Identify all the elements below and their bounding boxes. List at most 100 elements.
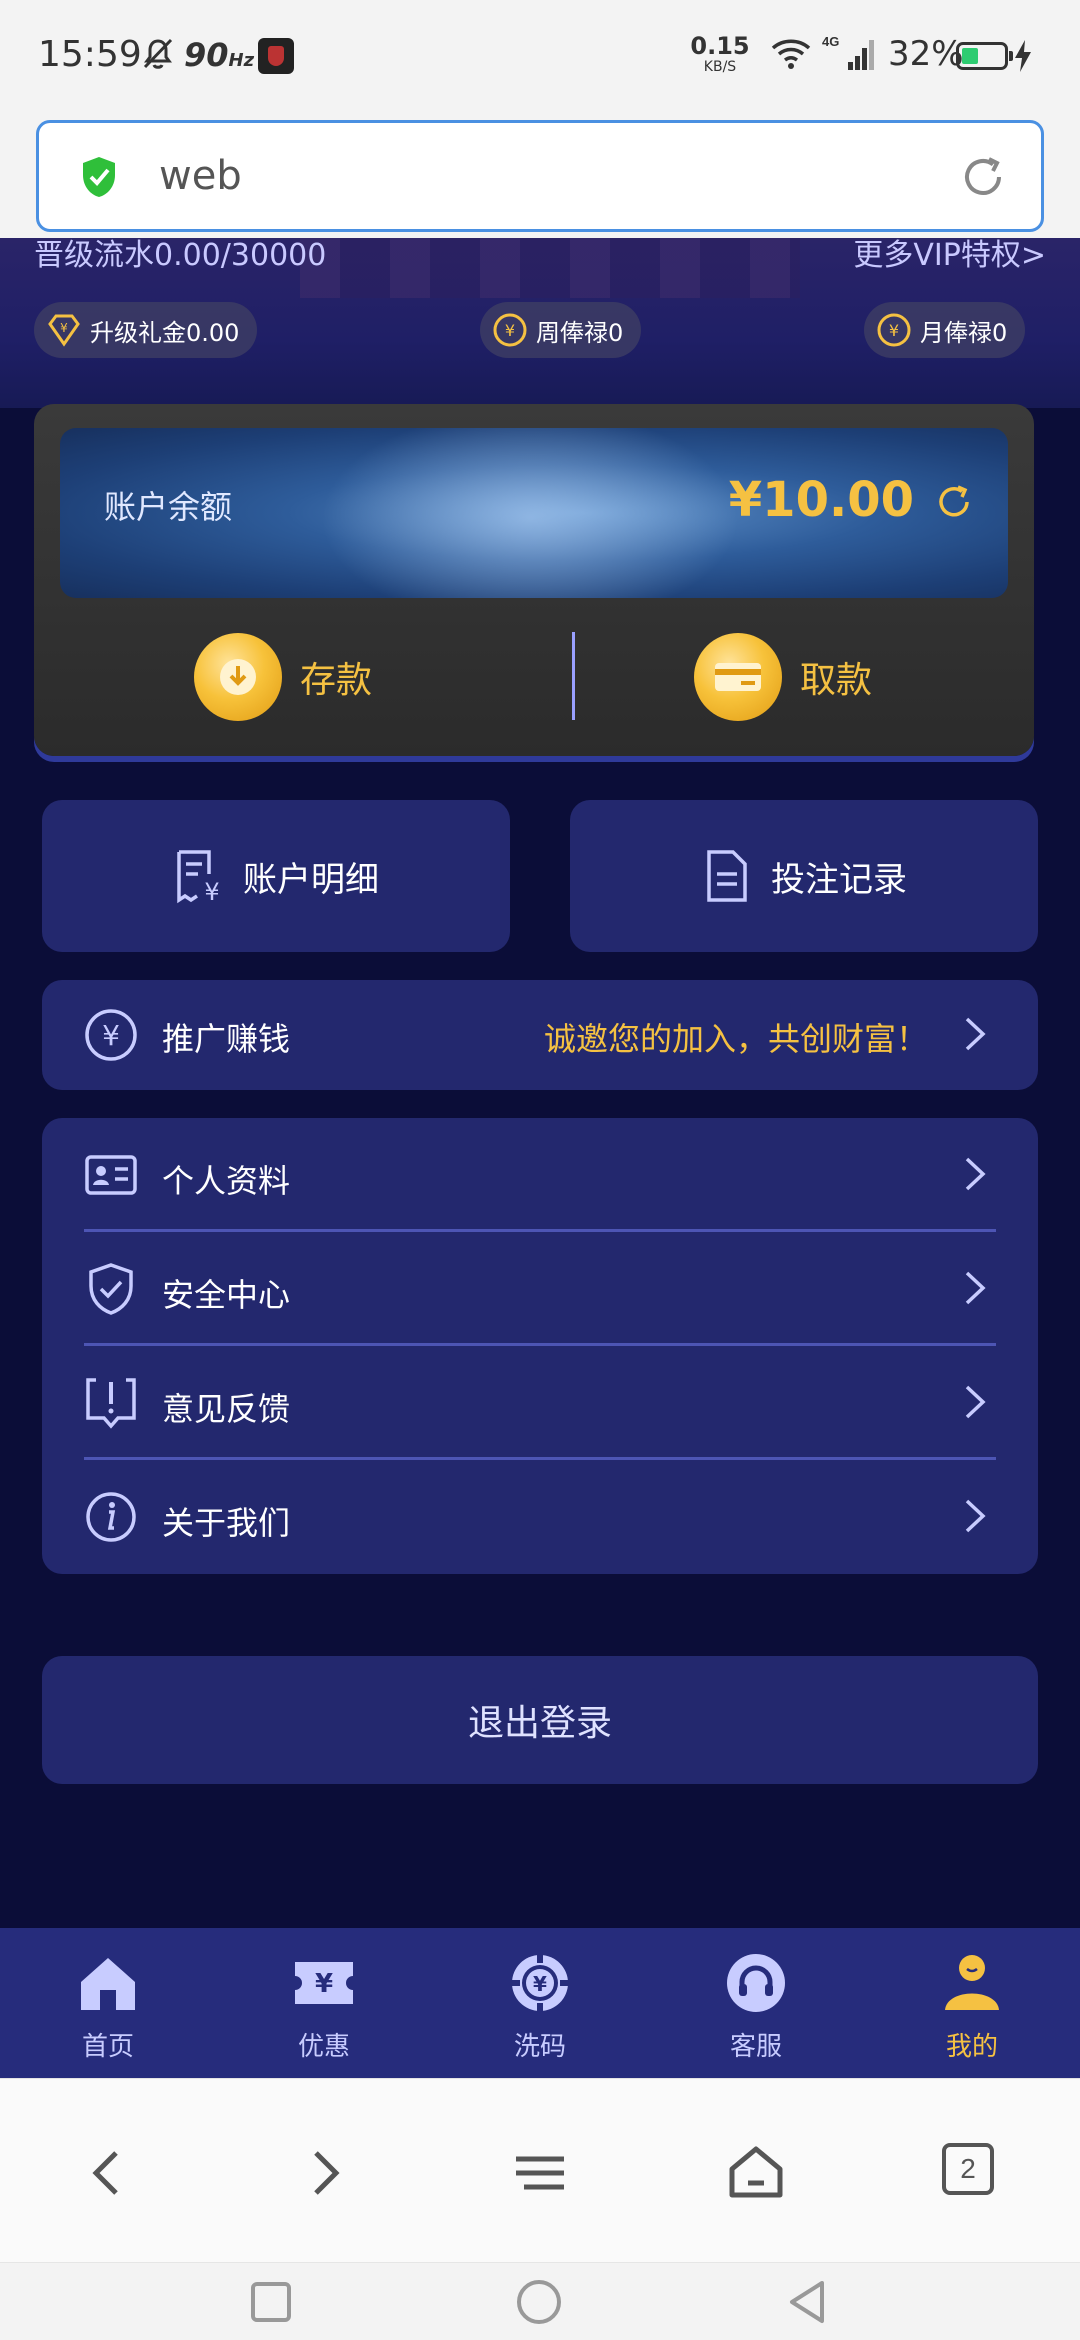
browser-toolbar: 2 (0, 2078, 1080, 2262)
wallet-actions: 存款 取款 (34, 618, 1034, 738)
coin-yen-icon: ¥ (877, 313, 911, 347)
shield-check-icon (89, 1263, 133, 1315)
tab-rebate[interactable]: ¥ 洗码 (470, 1952, 610, 2064)
menu-item-about[interactable]: 关于我们 (42, 1460, 1038, 1574)
deposit-button[interactable]: 存款 (194, 632, 372, 722)
menu-item-label: 安全中心 (162, 1276, 291, 1314)
tab-support[interactable]: 客服 (686, 1952, 826, 2064)
tab-label: 客服 (729, 2032, 782, 2062)
upgrade-bonus-chip[interactable]: ¥ 升级礼金0.00 (34, 302, 258, 358)
status-time: 15:59 (38, 34, 142, 75)
vip-more-link[interactable]: 更多VIP特权> (853, 238, 1046, 274)
charging-bolt-icon (1015, 40, 1031, 72)
battery-icon (956, 42, 1013, 70)
balance-card: 账户余额 ¥10.00 (60, 428, 1008, 598)
bet-records-label: 投注记录 (771, 859, 907, 900)
chevron-right-icon (965, 1017, 986, 1051)
withdraw-card-icon (694, 633, 782, 721)
id-card-icon (85, 1155, 137, 1195)
home-circle-icon[interactable] (514, 2277, 564, 2327)
home-icon (81, 1958, 135, 2010)
menu-icon[interactable] (510, 2143, 570, 2203)
tab-label: 我的 (945, 2032, 998, 2062)
recent-apps-icon[interactable] (246, 2277, 296, 2327)
chevron-right-icon (965, 1157, 986, 1191)
net-speed-unit: KB/S (703, 59, 737, 75)
tab-label: 洗码 (513, 2032, 566, 2062)
app-notification-icon (258, 38, 294, 74)
receipt-yen-icon: ¥ (177, 850, 220, 904)
network-type: 4G (822, 34, 839, 49)
promote-earn-label: 推广赚钱 (162, 1020, 291, 1058)
refresh-rate-unit: Hz (228, 50, 255, 71)
monthly-salary-chip[interactable]: ¥ 月俸禄0 (864, 302, 1026, 358)
system-navigation-bar (0, 2262, 1080, 2340)
menu-item-label: 个人资料 (162, 1162, 291, 1200)
menu-item-label: 关于我们 (162, 1504, 291, 1542)
menu-item-label: 意见反馈 (162, 1390, 291, 1428)
bottom-tab-bar: 首页 ¥ 优惠 ¥ 洗码 客服 我的 (0, 1928, 1080, 2078)
withdraw-button[interactable]: 取款 (694, 632, 872, 722)
coin-yen-icon: ¥ (493, 313, 527, 347)
svg-text:¥: ¥ (533, 1972, 547, 1996)
feedback-icon (86, 1378, 136, 1429)
ticket-icon: ¥ (295, 1962, 353, 2004)
balance-label: 账户余额 (104, 488, 233, 526)
reload-icon[interactable] (959, 153, 1007, 201)
svg-text:¥: ¥ (315, 1969, 333, 1999)
wallet-panel: 账户余额 ¥10.00 存款 取款 (34, 404, 1034, 756)
wifi-icon (771, 39, 811, 69)
url-text[interactable]: web (159, 153, 242, 199)
bet-records-button[interactable]: 投注记录 (570, 800, 1038, 952)
status-bar: 15:59 90Hz 0.15 KB/S 4G 32% (0, 0, 1080, 112)
tab-promotions[interactable]: ¥ 优惠 (254, 1952, 394, 2064)
bell-muted-icon (143, 38, 173, 69)
menu-item-security[interactable]: 安全中心 (42, 1232, 1038, 1346)
monthly-salary-label: 月俸禄0 (920, 318, 1008, 347)
battery-percent: 32% (888, 34, 964, 74)
menu-item-profile[interactable]: 个人资料 (42, 1118, 1038, 1232)
tabs-switcher[interactable]: 2 (942, 2143, 1002, 2203)
svg-text:¥: ¥ (60, 321, 68, 335)
logout-button[interactable]: 退出登录 (42, 1656, 1038, 1784)
menu-item-feedback[interactable]: 意见反馈 (42, 1346, 1038, 1460)
chevron-right-icon (965, 1385, 986, 1419)
svg-text:¥: ¥ (889, 321, 899, 340)
diamond-yen-icon: ¥ (48, 314, 80, 347)
back-triangle-icon[interactable] (782, 2277, 832, 2327)
refresh-balance-icon[interactable] (934, 482, 974, 522)
refresh-rate: 90Hz (184, 36, 254, 74)
user-icon (945, 1955, 999, 2010)
svg-text:¥: ¥ (204, 878, 219, 904)
chevron-right-icon (965, 1499, 986, 1533)
svg-text:¥: ¥ (102, 1019, 120, 1052)
account-details-button[interactable]: ¥ 账户明细 (42, 800, 510, 952)
tab-label: 优惠 (297, 2032, 350, 2062)
net-speed-value: 0.15 (690, 32, 750, 60)
headset-icon (727, 1954, 785, 2012)
page-content: 晋级流水0.00/30000 更多VIP特权> ¥ 升级礼金0.00 ¥ 周俸禄… (0, 238, 1080, 1928)
forward-icon[interactable] (294, 2143, 354, 2203)
yen-circle-icon: ¥ (85, 1009, 137, 1061)
chevron-right-icon (965, 1271, 986, 1305)
weekly-salary-chip[interactable]: ¥ 周俸禄0 (480, 302, 642, 358)
secure-shield-icon (83, 157, 115, 197)
url-bar[interactable]: web (36, 120, 1044, 232)
promote-slogan: 诚邀您的加入，共创财富！ (543, 1020, 928, 1058)
promote-earn-row[interactable]: ¥ 推广赚钱 诚邀您的加入，共创财富！ (42, 980, 1038, 1090)
info-icon (86, 1492, 136, 1542)
tab-mine[interactable]: 我的 (902, 1952, 1042, 2064)
balance-amount: ¥10.00 (728, 472, 914, 528)
tab-label: 首页 (81, 2032, 134, 2062)
chip-icon: ¥ (512, 1955, 568, 2011)
vip-progress-text: 晋级流水0.00/30000 (34, 238, 327, 273)
withdraw-label: 取款 (800, 660, 873, 701)
upgrade-bonus-label: 升级礼金0.00 (90, 318, 240, 347)
home-page-icon[interactable] (726, 2143, 786, 2203)
deposit-coin-icon (194, 633, 282, 721)
browser-url-area: web (0, 112, 1080, 238)
settings-menu: 个人资料 安全中心 意见反馈 关于我们 (42, 1118, 1038, 1574)
back-icon[interactable] (78, 2143, 138, 2203)
weekly-salary-label: 周俸禄0 (536, 318, 624, 347)
tab-home[interactable]: 首页 (38, 1952, 178, 2064)
